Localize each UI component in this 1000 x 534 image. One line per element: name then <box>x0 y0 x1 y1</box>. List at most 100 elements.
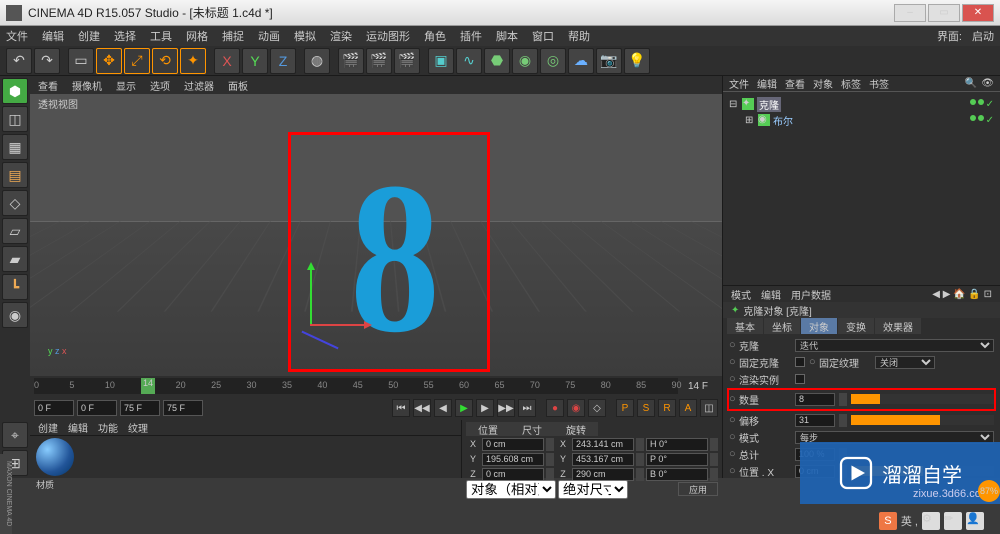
add-generator[interactable]: ◉ <box>512 48 538 74</box>
maximize-button[interactable]: ▭ <box>928 4 960 22</box>
viewtab-camera[interactable]: 摄像机 <box>72 78 102 93</box>
rotate-tool[interactable]: ⟲ <box>152 48 178 74</box>
texture-mode[interactable]: ▦ <box>2 134 28 160</box>
mat-tab-create[interactable]: 创建 <box>38 420 58 435</box>
undo-button[interactable]: ↶ <box>6 48 32 74</box>
poly-mode[interactable]: ▰ <box>2 246 28 272</box>
menu-help[interactable]: 帮助 <box>568 28 590 44</box>
tray-icon-3[interactable]: 👤 <box>966 512 984 530</box>
menu-mesh[interactable]: 网格 <box>186 28 208 44</box>
last-tool[interactable]: ✦ <box>180 48 206 74</box>
select-tool[interactable]: ▭ <box>68 48 94 74</box>
add-deformer[interactable]: ◎ <box>540 48 566 74</box>
layout-select[interactable]: 启动 <box>972 28 994 44</box>
key-pla-toggle[interactable]: ◫ <box>700 399 718 417</box>
goto-end-button[interactable]: ⏭ <box>518 399 536 417</box>
add-spline[interactable]: ∿ <box>456 48 482 74</box>
record-button[interactable]: ● <box>546 399 564 417</box>
rot-h-field[interactable]: H 0° <box>646 438 708 451</box>
autokey-button[interactable]: ◉ <box>567 399 585 417</box>
attr-edit[interactable]: 编辑 <box>761 287 781 302</box>
key-scale-toggle[interactable]: S <box>637 399 655 417</box>
menu-anim[interactable]: 动画 <box>258 28 280 44</box>
mat-tab-tex[interactable]: 纹理 <box>128 420 148 435</box>
ime-lang[interactable]: 英 , <box>901 513 918 529</box>
workplane-mode[interactable]: ▤ <box>2 162 28 188</box>
render-view[interactable]: 🎬 <box>338 48 364 74</box>
menu-create[interactable]: 创建 <box>78 28 100 44</box>
key-pos-toggle[interactable]: P <box>616 399 634 417</box>
add-nurbs[interactable]: ⬣ <box>484 48 510 74</box>
range-start-field[interactable]: 0 F <box>77 400 117 416</box>
attr-mode[interactable]: 模式 <box>731 287 751 302</box>
viewtab-display[interactable]: 显示 <box>116 78 136 93</box>
menu-render[interactable]: 渲染 <box>330 28 352 44</box>
axis-y-toggle[interactable]: Y <box>242 48 268 74</box>
add-environment[interactable]: ☁ <box>568 48 594 74</box>
close-button[interactable]: ✕ <box>962 4 994 22</box>
point-mode[interactable]: ◇ <box>2 190 28 216</box>
move-tool[interactable]: ✥ <box>96 48 122 74</box>
viewtab-view[interactable]: 查看 <box>38 78 58 93</box>
key-rot-toggle[interactable]: R <box>658 399 676 417</box>
menu-file[interactable]: 文件 <box>6 28 28 44</box>
mat-tab-edit[interactable]: 编辑 <box>68 420 88 435</box>
coord-mode1[interactable]: 对象（相对） <box>466 480 556 499</box>
menu-char[interactable]: 角色 <box>424 28 446 44</box>
add-camera[interactable]: 📷 <box>596 48 622 74</box>
om-tab-edit[interactable]: 编辑 <box>757 76 777 91</box>
om-tab-view[interactable]: 查看 <box>785 76 805 91</box>
mat-tab-func[interactable]: 功能 <box>98 420 118 435</box>
attr-tab-object[interactable]: 对象 <box>801 318 837 334</box>
timeline-ruler[interactable]: 0 510 2025 3035 4045 5055 6065 7075 8085… <box>30 376 722 396</box>
attr-tab-basic[interactable]: 基本 <box>727 318 763 334</box>
tree-item-bool[interactable]: ⊞◉ 布尔 ✓ <box>729 112 994 128</box>
attr-tab-coord[interactable]: 坐标 <box>764 318 800 334</box>
pos-x-field[interactable]: 0 cm <box>482 438 544 451</box>
redo-button[interactable]: ↷ <box>34 48 60 74</box>
tweak-mode[interactable]: ◉ <box>2 302 28 328</box>
tray-icon-2[interactable]: ✏ <box>944 512 962 530</box>
next-key-button[interactable]: ▶▶ <box>497 399 515 417</box>
om-tab-bookmarks[interactable]: 书签 <box>869 76 889 91</box>
scale-tool[interactable]: ⤢ <box>124 48 150 74</box>
axis-mode[interactable]: ┗ <box>2 274 28 300</box>
om-tab-tags[interactable]: 标签 <box>841 76 861 91</box>
coord-mode2[interactable]: 绝对尺寸 <box>558 480 628 499</box>
tree-item-clone[interactable]: ⊟✦ 克隆 ✓ <box>729 96 994 112</box>
menu-snap[interactable]: 捕捉 <box>222 28 244 44</box>
attr-tab-transform[interactable]: 变换 <box>838 318 874 334</box>
minimize-button[interactable]: – <box>894 4 926 22</box>
timeline-cursor[interactable]: 14 <box>141 378 155 394</box>
menu-script[interactable]: 脚本 <box>496 28 518 44</box>
attr-userdata[interactable]: 用户数据 <box>791 287 831 302</box>
menu-tools[interactable]: 工具 <box>150 28 172 44</box>
axis-x-toggle[interactable]: X <box>214 48 240 74</box>
viewtab-options[interactable]: 选项 <box>150 78 170 93</box>
axis-z-toggle[interactable]: Z <box>270 48 296 74</box>
count-slider[interactable] <box>851 394 994 404</box>
goto-start-button[interactable]: ⏮ <box>392 399 410 417</box>
prev-frame-button[interactable]: ◀ <box>434 399 452 417</box>
menu-edit[interactable]: 编辑 <box>42 28 64 44</box>
model-mode[interactable]: ◫ <box>2 106 28 132</box>
edge-mode[interactable]: ▱ <box>2 218 28 244</box>
key-param-toggle[interactable]: A <box>679 399 697 417</box>
play-button[interactable]: ▶ <box>455 399 473 417</box>
offset-field[interactable]: 31 <box>795 414 835 427</box>
menu-select[interactable]: 选择 <box>114 28 136 44</box>
clone-mode-select[interactable]: 迭代 <box>795 339 994 352</box>
menu-plugin[interactable]: 插件 <box>460 28 482 44</box>
count-field[interactable]: 8 <box>795 393 835 406</box>
menu-sim[interactable]: 模拟 <box>294 28 316 44</box>
snap-toggle[interactable]: ⌖ <box>2 422 28 448</box>
render-region[interactable]: 🎬 <box>366 48 392 74</box>
add-cube[interactable]: ▣ <box>428 48 454 74</box>
rot-b-field[interactable]: B 0° <box>646 468 708 481</box>
offset-slider[interactable] <box>851 415 994 425</box>
make-editable[interactable]: ⬢ <box>2 78 28 104</box>
fix-clone-check[interactable] <box>795 357 805 367</box>
prev-key-button[interactable]: ◀◀ <box>413 399 431 417</box>
menu-window[interactable]: 窗口 <box>532 28 554 44</box>
menu-mograph[interactable]: 运动图形 <box>366 28 410 44</box>
